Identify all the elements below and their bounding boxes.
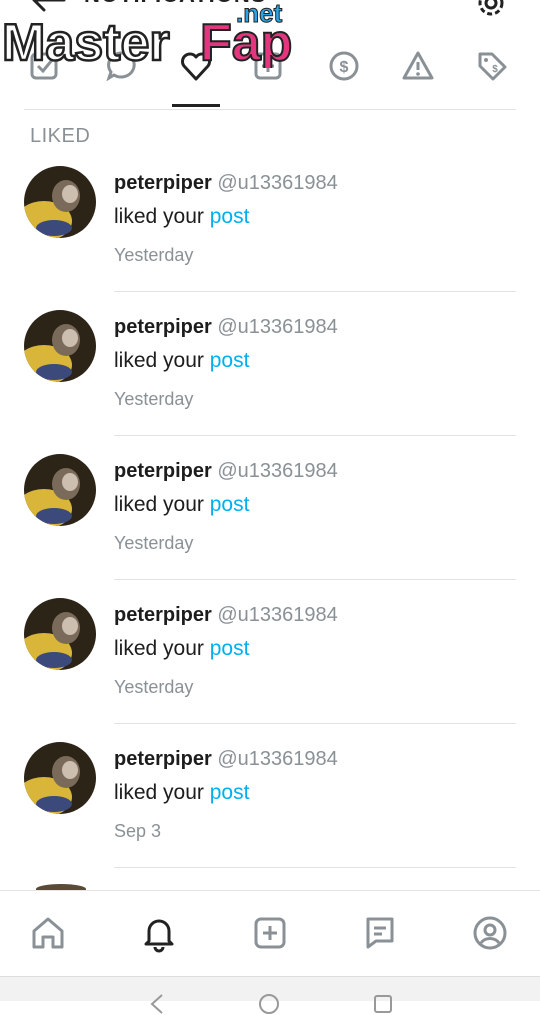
profile-icon [473, 916, 507, 950]
nav-profile[interactable] [468, 911, 512, 955]
timestamp: Yesterday [114, 677, 194, 697]
nav-new-post[interactable] [248, 911, 292, 955]
action-text: liked your [114, 349, 210, 372]
post-link[interactable]: post [210, 493, 250, 516]
tab-promotions[interactable]: $ [470, 44, 514, 88]
bottom-nav [0, 890, 540, 979]
avatar[interactable] [24, 166, 96, 238]
row-divider [114, 867, 516, 868]
avatar[interactable] [24, 598, 96, 670]
notification-item[interactable]: peterpiper @u13361984 liked your post Se… [0, 724, 540, 868]
user-name[interactable]: peterpiper [114, 460, 212, 482]
post-link[interactable]: post [210, 637, 250, 660]
user-name[interactable]: peterpiper [114, 172, 212, 194]
notification-item[interactable]: peterpiper @u13361984 liked your post Ye… [0, 580, 540, 724]
svg-text:$: $ [492, 64, 498, 75]
header-divider [24, 109, 516, 110]
nav-home[interactable] [26, 911, 70, 955]
avatar-image [24, 166, 96, 238]
system-recents-icon[interactable] [372, 993, 394, 1015]
post-link[interactable]: post [210, 205, 250, 228]
avatar[interactable] [24, 310, 96, 382]
app-header: NOTIFICATIONS $ $ Master Fap .net [0, 0, 540, 110]
avatar-image [24, 598, 96, 670]
avatar[interactable] [24, 454, 96, 526]
nav-messages[interactable] [358, 911, 402, 955]
active-tab-indicator [172, 104, 220, 107]
user-name[interactable]: peterpiper [114, 316, 212, 338]
avatar-image [24, 742, 96, 814]
avatar[interactable] [24, 742, 96, 814]
bell-icon [144, 919, 174, 953]
action-text: liked your [114, 205, 210, 228]
tab-tipped[interactable]: $ [322, 44, 366, 88]
timestamp: Yesterday [114, 245, 194, 265]
system-nav-bar [0, 976, 540, 1014]
timestamp: Yesterday [114, 389, 194, 409]
svg-text:Master: Master [2, 14, 170, 68]
action-text: liked your [114, 781, 210, 804]
avatar-image [24, 454, 96, 526]
dollar-icon: $ [329, 51, 359, 81]
notification-item[interactable]: peterpiper @u13361984 liked your post Ye… [0, 436, 540, 580]
add-square-icon [254, 917, 286, 949]
user-handle: @u13361984 [217, 748, 338, 770]
post-link[interactable]: post [210, 781, 250, 804]
user-handle: @u13361984 [217, 460, 338, 482]
svg-text:$: $ [340, 59, 349, 76]
user-handle: @u13361984 [217, 604, 338, 626]
user-handle: @u13361984 [217, 316, 338, 338]
user-name[interactable]: peterpiper [114, 748, 212, 770]
home-icon [32, 917, 64, 949]
post-link[interactable]: post [210, 349, 250, 372]
svg-text:.net: .net [236, 0, 283, 28]
notification-item[interactable]: peterpiper @u13361984 liked your post Ye… [0, 292, 540, 436]
warning-icon [402, 51, 434, 80]
action-text: liked your [114, 493, 210, 516]
user-name[interactable]: peterpiper [114, 604, 212, 626]
timestamp: Sep 3 [114, 821, 162, 841]
tag-icon: $ [478, 52, 507, 81]
gear-icon[interactable] [474, 0, 508, 20]
section-label: LIKED [30, 125, 91, 147]
timestamp: Yesterday [114, 533, 194, 553]
watermark-logo: Master Fap .net [1, 0, 294, 68]
system-home-icon[interactable] [258, 993, 280, 1015]
avatar-image [24, 310, 96, 382]
action-text: liked your [114, 637, 210, 660]
message-icon [366, 917, 394, 949]
system-back-icon[interactable] [146, 993, 168, 1015]
nav-notifications[interactable] [137, 911, 181, 955]
user-handle: @u13361984 [217, 172, 338, 194]
tab-alerts[interactable] [396, 44, 440, 88]
notification-item[interactable]: peterpiper @u13361984 liked your post Ye… [0, 148, 540, 292]
